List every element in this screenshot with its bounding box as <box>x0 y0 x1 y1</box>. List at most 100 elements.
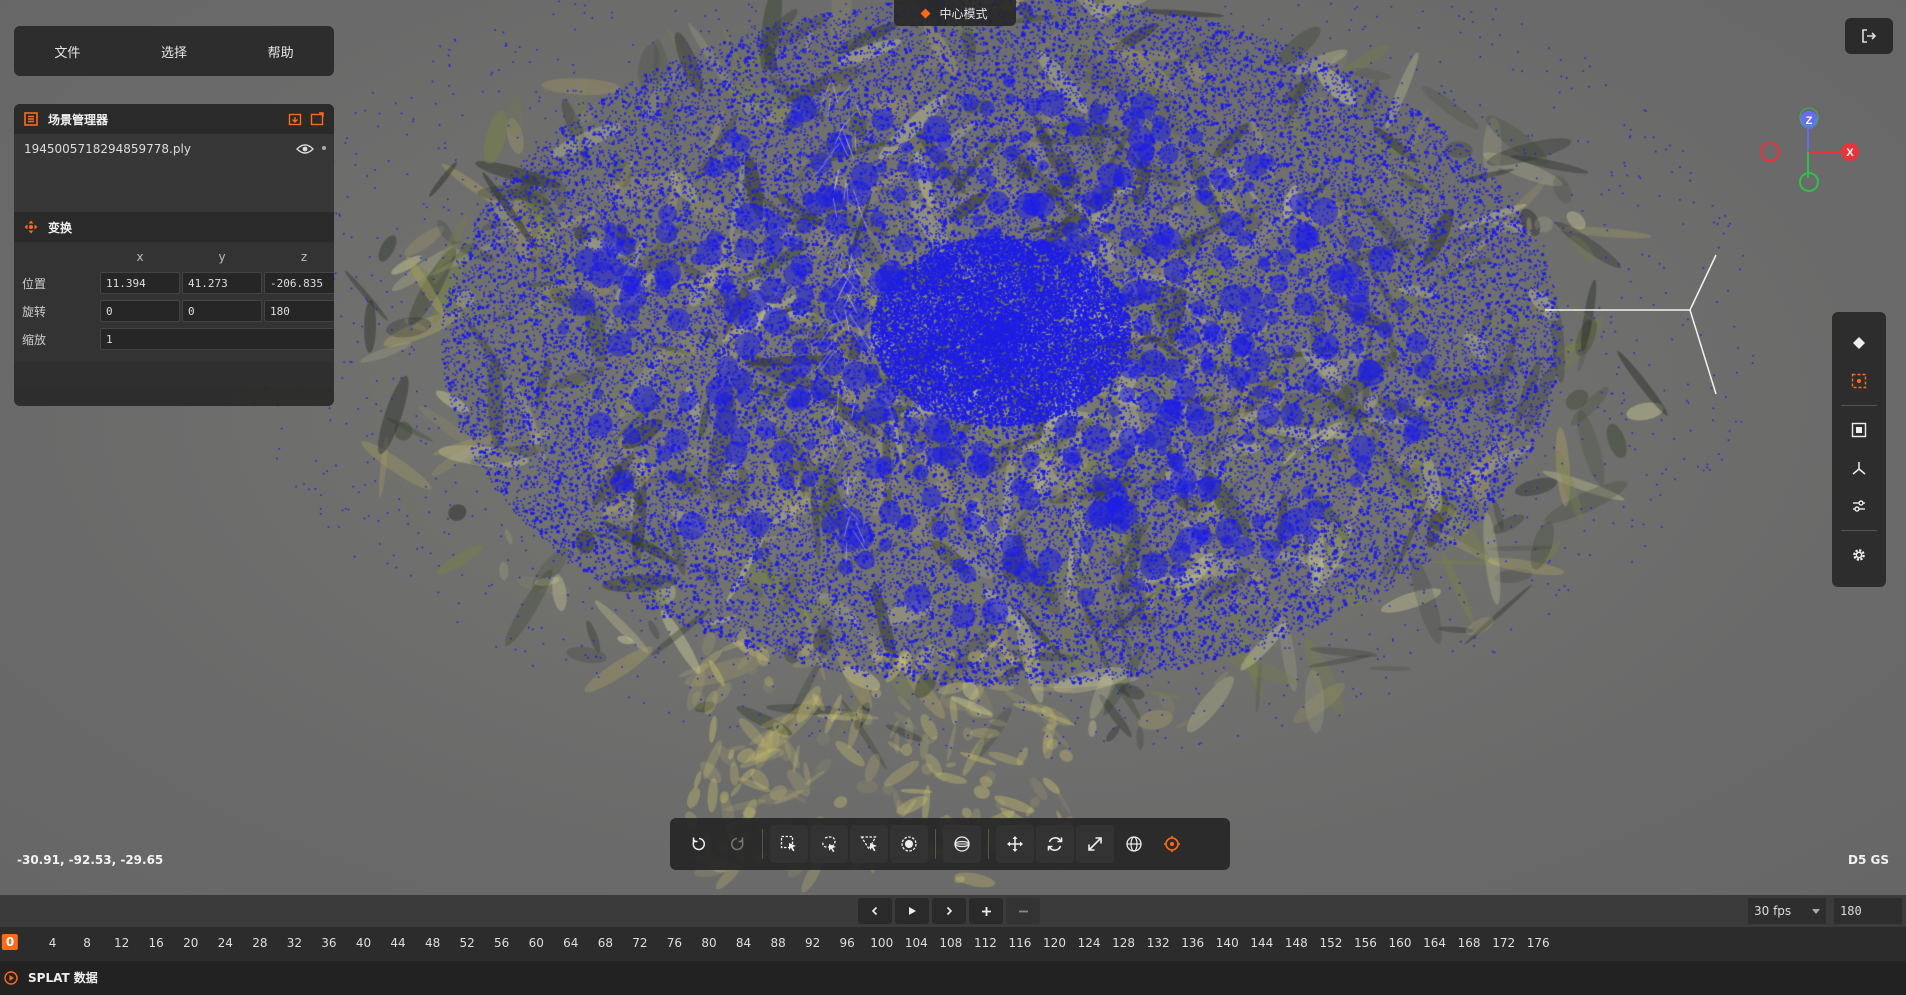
play-circle-icon <box>4 970 18 985</box>
import-icon[interactable] <box>288 112 302 126</box>
brand-label: D5 GS <box>1848 853 1889 867</box>
mode-label: 中心模式 <box>939 6 988 21</box>
rect-select-icon <box>780 835 796 852</box>
position-y-input[interactable] <box>182 272 262 294</box>
axis-x-header: x <box>136 250 144 264</box>
timeline-tick: 172 <box>1492 936 1516 950</box>
timeline-tick: 116 <box>1008 936 1032 950</box>
rect-select-button[interactable] <box>770 825 808 863</box>
undo-button[interactable] <box>680 825 718 863</box>
rotation-x-input[interactable] <box>100 300 180 322</box>
mode-badge[interactable]: 中心模式 <box>894 0 1016 26</box>
total-frames-input[interactable]: 180 <box>1834 898 1902 924</box>
track-label: SPLAT 数据 <box>28 971 98 985</box>
chevron-left-icon <box>871 906 878 916</box>
diamond-icon <box>1853 337 1865 349</box>
playback-controls <box>858 898 1040 924</box>
scale-row: 缩放 <box>22 328 334 350</box>
timeline-tick: 88 <box>770 936 786 950</box>
axis-neg-x-handle[interactable] <box>1760 142 1780 162</box>
scene-manager-header: 场景管理器 <box>14 104 334 134</box>
timeline-tick: 8 <box>83 936 91 950</box>
transform-title: 变换 <box>48 220 73 235</box>
position-row: 位置 <box>22 272 334 294</box>
list-item[interactable]: 1945005718294859778.ply <box>24 142 324 156</box>
timeline-tick: 124 <box>1077 936 1101 950</box>
axis-x-label: X <box>1846 147 1854 159</box>
position-x-input[interactable] <box>100 272 180 294</box>
more-dot-icon[interactable] <box>322 146 326 150</box>
polygon-select-button[interactable] <box>850 825 888 863</box>
timeline-tick: 148 <box>1284 936 1308 950</box>
axis-header-row: x y z <box>22 250 326 272</box>
axis-gizmo[interactable]: Z X <box>1750 104 1860 204</box>
add-keyframe-button[interactable] <box>969 898 1003 924</box>
track-label-row[interactable]: SPLAT 数据 <box>4 969 98 986</box>
scale-input[interactable] <box>100 328 334 350</box>
toolbar-divider <box>762 829 763 859</box>
timeline-tick: 36 <box>321 936 337 950</box>
timeline-ruler[interactable]: 0 4 8 12 16 20 24 28 32 36 40 44 48 52 56 60 64 68 72 76 80… <box>0 927 1906 961</box>
timeline-track: SPLAT 数据 <box>0 961 1906 995</box>
bounding-box-button[interactable] <box>1839 413 1879 447</box>
app-root: Z X 文件 选择 帮助 中心模式 场景管理器 1945005718294859… <box>0 0 1906 995</box>
sphere-select-button[interactable] <box>943 825 981 863</box>
exit-button[interactable] <box>1845 18 1893 54</box>
bounding-box-icon <box>1851 422 1867 438</box>
lasso-select-button[interactable] <box>810 825 848 863</box>
axes-icon <box>1852 462 1866 475</box>
timeline-tick: 76 <box>666 936 683 950</box>
play-button[interactable] <box>895 898 929 924</box>
sliders-icon <box>1853 500 1865 512</box>
rotation-y-input[interactable] <box>182 300 262 322</box>
toolbar-divider <box>1841 530 1877 531</box>
export-icon[interactable] <box>310 112 324 126</box>
menu-help[interactable]: 帮助 <box>268 42 294 61</box>
timeline-tick: 160 <box>1388 936 1412 950</box>
toolbar-divider <box>935 829 936 859</box>
timeline-tick: 12 <box>114 936 130 950</box>
timeline-tick: 120 <box>1043 936 1066 950</box>
current-frame-marker[interactable]: 0 <box>1 934 19 950</box>
fps-select[interactable]: 30 fps <box>1748 898 1826 924</box>
world-space-button[interactable] <box>1115 825 1153 863</box>
menu-select[interactable]: 选择 <box>161 42 187 61</box>
position-z-input[interactable] <box>264 272 334 294</box>
brush-select-button[interactable] <box>890 825 928 863</box>
timeline-tick: 52 <box>459 936 475 950</box>
pivot-button[interactable] <box>1153 825 1191 863</box>
polygon-select-icon <box>860 836 877 852</box>
transform-header: 变换 <box>14 212 334 242</box>
next-frame-button[interactable] <box>932 898 966 924</box>
axes-button[interactable] <box>1839 451 1879 485</box>
translate-button[interactable] <box>996 825 1034 863</box>
scene-list: 1945005718294859778.ply <box>14 134 334 212</box>
timeline-tick: 20 <box>183 936 199 950</box>
timeline-tick: 144 <box>1250 936 1274 950</box>
remove-keyframe-button[interactable] <box>1006 898 1040 924</box>
chevron-down-icon <box>1812 908 1820 914</box>
rotate-icon <box>1047 837 1063 851</box>
timeline-tick: 68 <box>597 936 613 950</box>
toolbar-divider <box>988 829 989 859</box>
prev-frame-button[interactable] <box>858 898 892 924</box>
adjust-button[interactable] <box>1839 489 1879 523</box>
rotate-button[interactable] <box>1036 825 1074 863</box>
splat-mode-button[interactable] <box>1839 326 1879 360</box>
timeline-tick: 72 <box>632 936 648 950</box>
toolbar-divider <box>1841 405 1877 406</box>
centers-mode-button[interactable] <box>1839 364 1879 398</box>
timeline-tick: 48 <box>424 936 441 950</box>
timeline-tick: 176 <box>1526 936 1550 950</box>
scale-button[interactable] <box>1076 825 1114 863</box>
right-toolbar <box>1832 312 1886 587</box>
redo-button[interactable] <box>718 825 756 863</box>
menu-file[interactable]: 文件 <box>54 42 80 61</box>
eye-icon[interactable] <box>296 143 314 155</box>
timeline-tick: 136 <box>1181 936 1205 950</box>
timeline-tick: 32 <box>286 936 303 950</box>
timeline-tick: 28 <box>252 936 268 950</box>
settings-button[interactable] <box>1839 538 1879 572</box>
rotation-z-input[interactable] <box>264 300 334 322</box>
timeline-tick: 16 <box>148 936 164 950</box>
